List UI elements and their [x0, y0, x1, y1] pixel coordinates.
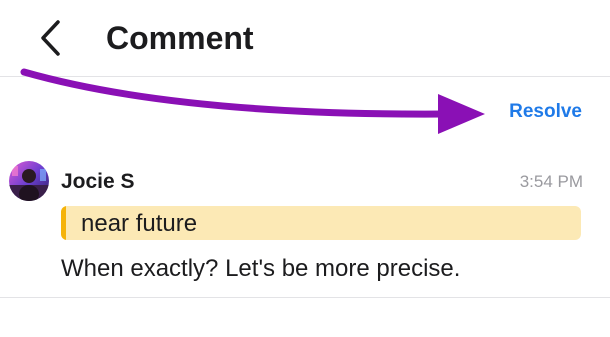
- avatar-image: [9, 161, 49, 201]
- comment-divider: [0, 297, 610, 298]
- comment-text: When exactly? Let's be more precise.: [61, 255, 461, 282]
- avatar[interactable]: [9, 161, 49, 201]
- quoted-text-highlight: near future: [61, 206, 581, 240]
- chevron-left-icon: [41, 20, 60, 56]
- quote-bar: [61, 206, 66, 240]
- header-divider: [0, 76, 610, 77]
- comment-author: Jocie S: [61, 170, 135, 193]
- header: Comment: [0, 0, 610, 76]
- comment-timestamp: 3:54 PM: [519, 172, 583, 191]
- quoted-text: near future: [81, 210, 198, 237]
- page-title: Comment: [106, 20, 254, 56]
- back-button[interactable]: [30, 18, 70, 58]
- resolve-button[interactable]: Resolve: [509, 100, 582, 124]
